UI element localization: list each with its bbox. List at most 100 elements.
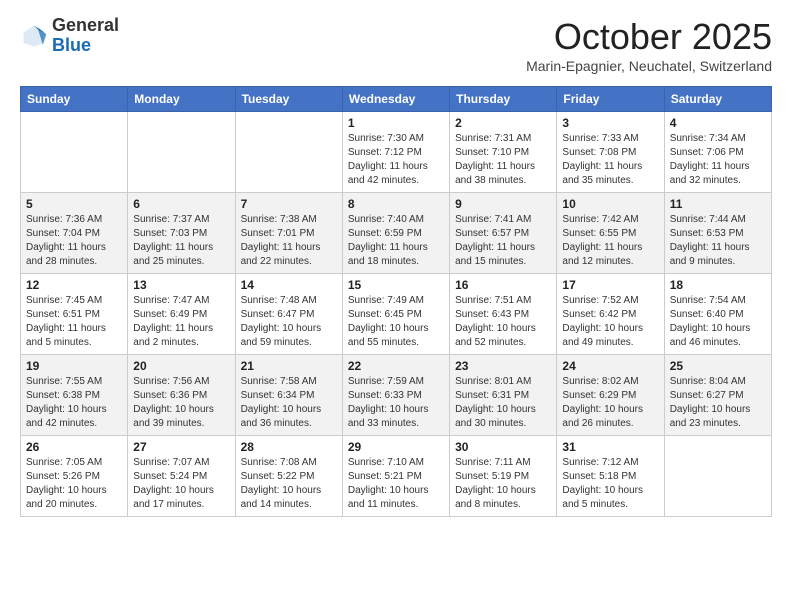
- day-info: Sunrise: 8:01 AM Sunset: 6:31 PM Dayligh…: [455, 375, 551, 431]
- day-info: Sunrise: 7:38 AM Sunset: 7:01 PM Dayligh…: [241, 213, 337, 269]
- day-info: Sunrise: 7:47 AM Sunset: 6:49 PM Dayligh…: [133, 294, 229, 350]
- day-number: 19: [26, 359, 122, 373]
- day-info: Sunrise: 7:31 AM Sunset: 7:10 PM Dayligh…: [455, 132, 551, 188]
- calendar-cell: [235, 112, 342, 193]
- day-info: Sunrise: 8:02 AM Sunset: 6:29 PM Dayligh…: [562, 375, 658, 431]
- day-number: 15: [348, 278, 444, 292]
- weekday-header-friday: Friday: [557, 87, 664, 112]
- day-number: 8: [348, 197, 444, 211]
- day-info: Sunrise: 7:10 AM Sunset: 5:21 PM Dayligh…: [348, 456, 444, 512]
- calendar-cell: 21Sunrise: 7:58 AM Sunset: 6:34 PM Dayli…: [235, 355, 342, 436]
- calendar-cell: 31 Sunrise: 7:12 AM Sunset: 5:18 PM Dayli…: [557, 436, 664, 517]
- day-number: 11: [670, 197, 766, 211]
- calendar-cell: [664, 436, 771, 517]
- day-info: Sunrise: 7:45 AM Sunset: 6:51 PM Dayligh…: [26, 294, 122, 350]
- location: Marin-Epagnier, Neuchatel, Switzerland: [526, 58, 772, 74]
- weekday-header-wednesday: Wednesday: [342, 87, 449, 112]
- day-number: 20: [133, 359, 229, 373]
- calendar-cell: 25 Sunrise: 8:04 AM Sunset: 6:27 PM Dayli…: [664, 355, 771, 436]
- day-number: 29: [348, 440, 444, 454]
- day-number: 17: [562, 278, 658, 292]
- day-info: Sunrise: 7:49 AM Sunset: 6:45 PM Dayligh…: [348, 294, 444, 350]
- calendar-cell: 8 Sunrise: 7:40 AM Sunset: 6:59 PM Daylig…: [342, 193, 449, 274]
- calendar-cell: 11Sunrise: 7:44 AM Sunset: 6:53 PM Dayli…: [664, 193, 771, 274]
- day-number: 1: [348, 116, 444, 130]
- calendar-cell: 9 Sunrise: 7:41 AM Sunset: 6:57 PM Daylig…: [450, 193, 557, 274]
- calendar-cell: 13 Sunrise: 7:47 AM Sunset: 6:49 PM Dayli…: [128, 274, 235, 355]
- day-info: Sunrise: 7:55 AM Sunset: 6:38 PM Dayligh…: [26, 375, 122, 431]
- day-info: Sunrise: 8:04 AM Sunset: 6:27 PM Dayligh…: [670, 375, 766, 431]
- weekday-header-thursday: Thursday: [450, 87, 557, 112]
- day-number: 2: [455, 116, 551, 130]
- calendar: SundayMondayTuesdayWednesdayThursdayFrid…: [20, 86, 772, 517]
- day-info: Sunrise: 7:59 AM Sunset: 6:33 PM Dayligh…: [348, 375, 444, 431]
- calendar-cell: 7 Sunrise: 7:38 AM Sunset: 7:01 PM Daylig…: [235, 193, 342, 274]
- day-number: 12: [26, 278, 122, 292]
- day-number: 6: [133, 197, 229, 211]
- logo-general: General: [52, 16, 119, 36]
- weekday-header-sunday: Sunday: [21, 87, 128, 112]
- week-row-2: 5 Sunrise: 7:36 AM Sunset: 7:04 PM Daylig…: [21, 193, 772, 274]
- day-info: Sunrise: 7:48 AM Sunset: 6:47 PM Dayligh…: [241, 294, 337, 350]
- day-number: 7: [241, 197, 337, 211]
- week-row-3: 12 Sunrise: 7:45 AM Sunset: 6:51 PM Dayli…: [21, 274, 772, 355]
- calendar-cell: 6 Sunrise: 7:37 AM Sunset: 7:03 PM Daylig…: [128, 193, 235, 274]
- calendar-cell: 18Sunrise: 7:54 AM Sunset: 6:40 PM Dayli…: [664, 274, 771, 355]
- calendar-cell: 12 Sunrise: 7:45 AM Sunset: 6:51 PM Dayli…: [21, 274, 128, 355]
- header: General Blue October 2025 Marin-Epagnier…: [20, 16, 772, 74]
- calendar-cell: [21, 112, 128, 193]
- calendar-cell: 17 Sunrise: 7:52 AM Sunset: 6:42 PM Dayli…: [557, 274, 664, 355]
- day-info: Sunrise: 7:33 AM Sunset: 7:08 PM Dayligh…: [562, 132, 658, 188]
- day-info: Sunrise: 7:30 AM Sunset: 7:12 PM Dayligh…: [348, 132, 444, 188]
- calendar-cell: 23Sunrise: 8:01 AM Sunset: 6:31 PM Dayli…: [450, 355, 557, 436]
- calendar-cell: 10 Sunrise: 7:42 AM Sunset: 6:55 PM Dayli…: [557, 193, 664, 274]
- day-info: Sunrise: 7:34 AM Sunset: 7:06 PM Dayligh…: [670, 132, 766, 188]
- day-number: 25: [670, 359, 766, 373]
- day-info: Sunrise: 7:51 AM Sunset: 6:43 PM Dayligh…: [455, 294, 551, 350]
- calendar-cell: 3 Sunrise: 7:33 AM Sunset: 7:08 PM Daylig…: [557, 112, 664, 193]
- weekday-header-monday: Monday: [128, 87, 235, 112]
- calendar-cell: 15 Sunrise: 7:49 AM Sunset: 6:45 PM Dayli…: [342, 274, 449, 355]
- day-info: Sunrise: 7:40 AM Sunset: 6:59 PM Dayligh…: [348, 213, 444, 269]
- day-info: Sunrise: 7:12 AM Sunset: 5:18 PM Dayligh…: [562, 456, 658, 512]
- calendar-cell: 26Sunrise: 7:05 AM Sunset: 5:26 PM Dayli…: [21, 436, 128, 517]
- day-number: 5: [26, 197, 122, 211]
- day-info: Sunrise: 7:36 AM Sunset: 7:04 PM Dayligh…: [26, 213, 122, 269]
- day-number: 30: [455, 440, 551, 454]
- day-number: 31: [562, 440, 658, 454]
- day-info: Sunrise: 7:37 AM Sunset: 7:03 PM Dayligh…: [133, 213, 229, 269]
- calendar-cell: 27Sunrise: 7:07 AM Sunset: 5:24 PM Dayli…: [128, 436, 235, 517]
- calendar-cell: 28Sunrise: 7:08 AM Sunset: 5:22 PM Dayli…: [235, 436, 342, 517]
- day-number: 3: [562, 116, 658, 130]
- day-number: 10: [562, 197, 658, 211]
- month-title: October 2025: [526, 16, 772, 58]
- weekday-header-tuesday: Tuesday: [235, 87, 342, 112]
- logo-icon: [20, 22, 48, 50]
- day-info: Sunrise: 7:42 AM Sunset: 6:55 PM Dayligh…: [562, 213, 658, 269]
- day-number: 4: [670, 116, 766, 130]
- weekday-header-row: SundayMondayTuesdayWednesdayThursdayFrid…: [21, 87, 772, 112]
- calendar-cell: 24Sunrise: 8:02 AM Sunset: 6:29 PM Dayli…: [557, 355, 664, 436]
- day-number: 16: [455, 278, 551, 292]
- calendar-cell: 14 Sunrise: 7:48 AM Sunset: 6:47 PM Dayli…: [235, 274, 342, 355]
- calendar-cell: 19 Sunrise: 7:55 AM Sunset: 6:38 PM Dayli…: [21, 355, 128, 436]
- day-number: 21: [241, 359, 337, 373]
- calendar-cell: 16 Sunrise: 7:51 AM Sunset: 6:43 PM Dayli…: [450, 274, 557, 355]
- day-info: Sunrise: 7:52 AM Sunset: 6:42 PM Dayligh…: [562, 294, 658, 350]
- day-info: Sunrise: 7:05 AM Sunset: 5:26 PM Dayligh…: [26, 456, 122, 512]
- logo-text: General Blue: [52, 16, 119, 56]
- day-number: 22: [348, 359, 444, 373]
- week-row-5: 26Sunrise: 7:05 AM Sunset: 5:26 PM Dayli…: [21, 436, 772, 517]
- page: General Blue October 2025 Marin-Epagnier…: [0, 0, 792, 612]
- day-info: Sunrise: 7:41 AM Sunset: 6:57 PM Dayligh…: [455, 213, 551, 269]
- day-number: 9: [455, 197, 551, 211]
- day-number: 13: [133, 278, 229, 292]
- calendar-cell: [128, 112, 235, 193]
- calendar-cell: 1 Sunrise: 7:30 AM Sunset: 7:12 PM Daylig…: [342, 112, 449, 193]
- calendar-cell: 2 Sunrise: 7:31 AM Sunset: 7:10 PM Daylig…: [450, 112, 557, 193]
- calendar-cell: 29 Sunrise: 7:10 AM Sunset: 5:21 PM Dayli…: [342, 436, 449, 517]
- week-row-1: 1 Sunrise: 7:30 AM Sunset: 7:12 PM Daylig…: [21, 112, 772, 193]
- day-info: Sunrise: 7:07 AM Sunset: 5:24 PM Dayligh…: [133, 456, 229, 512]
- day-number: 18: [670, 278, 766, 292]
- day-number: 14: [241, 278, 337, 292]
